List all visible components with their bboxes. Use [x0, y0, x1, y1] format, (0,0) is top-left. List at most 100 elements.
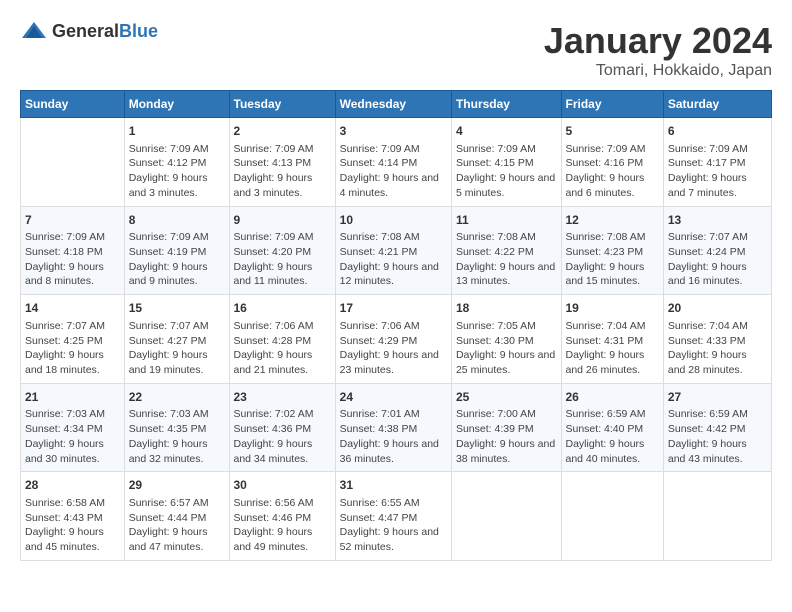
logo: GeneralBlue	[20, 20, 158, 42]
calendar-table: SundayMondayTuesdayWednesdayThursdayFrid…	[20, 90, 772, 561]
calendar-cell: 14 Sunrise: 7:07 AMSunset: 4:25 PMDayligh…	[21, 295, 125, 384]
calendar-cell: 18 Sunrise: 7:05 AMSunset: 4:30 PMDayligh…	[451, 295, 561, 384]
day-number: 12	[566, 212, 659, 229]
column-header-tuesday: Tuesday	[229, 91, 335, 118]
calendar-cell: 1Sunrise: 7:09 AMSunset: 4:12 PMDaylight…	[124, 118, 229, 207]
day-info: Sunrise: 7:02 AMSunset: 4:36 PMDaylight:…	[234, 407, 331, 466]
day-info: Sunrise: 6:58 AMSunset: 4:43 PMDaylight:…	[25, 496, 120, 555]
day-info: Sunrise: 7:04 AMSunset: 4:31 PMDaylight:…	[566, 319, 659, 378]
calendar-week-2: 7Sunrise: 7:09 AMSunset: 4:18 PMDaylight…	[21, 206, 772, 295]
day-number: 24	[340, 389, 447, 406]
calendar-cell: 8Sunrise: 7:09 AMSunset: 4:19 PMDaylight…	[124, 206, 229, 295]
day-number: 8	[129, 212, 225, 229]
calendar-cell: 17 Sunrise: 7:06 AMSunset: 4:29 PMDayligh…	[335, 295, 451, 384]
day-number: 29	[129, 477, 225, 494]
day-number: 6	[668, 123, 767, 140]
day-info: Sunrise: 7:05 AMSunset: 4:30 PMDaylight:…	[456, 319, 557, 378]
page-header: GeneralBlue January 2024 Tomari, Hokkaid…	[20, 20, 772, 80]
day-number: 3	[340, 123, 447, 140]
day-info: Sunrise: 7:09 AMSunset: 4:15 PMDaylight:…	[456, 142, 557, 201]
calendar-cell: 4 Sunrise: 7:09 AMSunset: 4:15 PMDaylight…	[451, 118, 561, 207]
calendar-week-1: 1Sunrise: 7:09 AMSunset: 4:12 PMDaylight…	[21, 118, 772, 207]
day-info: Sunrise: 7:09 AMSunset: 4:18 PMDaylight:…	[25, 230, 120, 289]
calendar-cell: 28Sunrise: 6:58 AMSunset: 4:43 PMDayligh…	[21, 472, 125, 561]
column-header-thursday: Thursday	[451, 91, 561, 118]
day-info: Sunrise: 6:55 AMSunset: 4:47 PMDaylight:…	[340, 496, 447, 555]
day-number: 25	[456, 389, 557, 406]
calendar-cell: 19 Sunrise: 7:04 AMSunset: 4:31 PMDayligh…	[561, 295, 663, 384]
day-info: Sunrise: 6:59 AMSunset: 4:42 PMDaylight:…	[668, 407, 767, 466]
calendar-cell: 23Sunrise: 7:02 AMSunset: 4:36 PMDayligh…	[229, 383, 335, 472]
logo-text-general: General	[52, 21, 119, 41]
day-info: Sunrise: 7:04 AMSunset: 4:33 PMDaylight:…	[668, 319, 767, 378]
calendar-header-row: SundayMondayTuesdayWednesdayThursdayFrid…	[21, 91, 772, 118]
column-header-wednesday: Wednesday	[335, 91, 451, 118]
day-info: Sunrise: 7:09 AMSunset: 4:13 PMDaylight:…	[234, 142, 331, 201]
column-header-saturday: Saturday	[663, 91, 771, 118]
column-header-sunday: Sunday	[21, 91, 125, 118]
calendar-cell: 12Sunrise: 7:08 AMSunset: 4:23 PMDayligh…	[561, 206, 663, 295]
day-number: 1	[129, 123, 225, 140]
logo-text-blue: Blue	[119, 21, 158, 41]
calendar-cell: 9Sunrise: 7:09 AMSunset: 4:20 PMDaylight…	[229, 206, 335, 295]
column-header-monday: Monday	[124, 91, 229, 118]
day-number: 30	[234, 477, 331, 494]
calendar-cell: 15 Sunrise: 7:07 AMSunset: 4:27 PMDayligh…	[124, 295, 229, 384]
day-info: Sunrise: 6:56 AMSunset: 4:46 PMDaylight:…	[234, 496, 331, 555]
day-number: 5	[566, 123, 659, 140]
day-info: Sunrise: 6:57 AMSunset: 4:44 PMDaylight:…	[129, 496, 225, 555]
calendar-cell	[561, 472, 663, 561]
day-info: Sunrise: 7:09 AMSunset: 4:20 PMDaylight:…	[234, 230, 331, 289]
calendar-cell: 11Sunrise: 7:08 AMSunset: 4:22 PMDayligh…	[451, 206, 561, 295]
day-info: Sunrise: 7:03 AMSunset: 4:35 PMDaylight:…	[129, 407, 225, 466]
day-number: 15	[129, 300, 225, 317]
calendar-cell: 29 Sunrise: 6:57 AMSunset: 4:44 PMDayligh…	[124, 472, 229, 561]
day-number: 22	[129, 389, 225, 406]
calendar-cell	[451, 472, 561, 561]
day-number: 4	[456, 123, 557, 140]
day-info: Sunrise: 7:09 AMSunset: 4:17 PMDaylight:…	[668, 142, 767, 201]
day-info: Sunrise: 7:00 AMSunset: 4:39 PMDaylight:…	[456, 407, 557, 466]
day-number: 19	[566, 300, 659, 317]
day-number: 2	[234, 123, 331, 140]
calendar-cell: 25Sunrise: 7:00 AMSunset: 4:39 PMDayligh…	[451, 383, 561, 472]
column-header-friday: Friday	[561, 91, 663, 118]
calendar-cell: 24Sunrise: 7:01 AMSunset: 4:38 PMDayligh…	[335, 383, 451, 472]
calendar-cell: 16 Sunrise: 7:06 AMSunset: 4:28 PMDayligh…	[229, 295, 335, 384]
day-number: 18	[456, 300, 557, 317]
day-info: Sunrise: 7:06 AMSunset: 4:29 PMDaylight:…	[340, 319, 447, 378]
calendar-cell: 27Sunrise: 6:59 AMSunset: 4:42 PMDayligh…	[663, 383, 771, 472]
main-title: January 2024	[544, 20, 772, 62]
day-info: Sunrise: 6:59 AMSunset: 4:40 PMDaylight:…	[566, 407, 659, 466]
day-info: Sunrise: 7:07 AMSunset: 4:24 PMDaylight:…	[668, 230, 767, 289]
logo-icon	[20, 20, 48, 42]
day-number: 16	[234, 300, 331, 317]
day-number: 14	[25, 300, 120, 317]
day-info: Sunrise: 7:09 AMSunset: 4:16 PMDaylight:…	[566, 142, 659, 201]
day-info: Sunrise: 7:09 AMSunset: 4:14 PMDaylight:…	[340, 142, 447, 201]
day-number: 21	[25, 389, 120, 406]
day-number: 9	[234, 212, 331, 229]
day-number: 20	[668, 300, 767, 317]
day-info: Sunrise: 7:07 AMSunset: 4:27 PMDaylight:…	[129, 319, 225, 378]
calendar-cell: 3 Sunrise: 7:09 AMSunset: 4:14 PMDaylight…	[335, 118, 451, 207]
title-area: January 2024 Tomari, Hokkaido, Japan	[544, 20, 772, 80]
day-number: 13	[668, 212, 767, 229]
day-number: 17	[340, 300, 447, 317]
calendar-week-5: 28Sunrise: 6:58 AMSunset: 4:43 PMDayligh…	[21, 472, 772, 561]
day-info: Sunrise: 7:07 AMSunset: 4:25 PMDaylight:…	[25, 319, 120, 378]
day-info: Sunrise: 7:08 AMSunset: 4:21 PMDaylight:…	[340, 230, 447, 289]
day-number: 27	[668, 389, 767, 406]
day-number: 11	[456, 212, 557, 229]
calendar-cell: 22Sunrise: 7:03 AMSunset: 4:35 PMDayligh…	[124, 383, 229, 472]
calendar-cell: 5 Sunrise: 7:09 AMSunset: 4:16 PMDaylight…	[561, 118, 663, 207]
calendar-cell: 10Sunrise: 7:08 AMSunset: 4:21 PMDayligh…	[335, 206, 451, 295]
calendar-cell: 2 Sunrise: 7:09 AMSunset: 4:13 PMDaylight…	[229, 118, 335, 207]
day-number: 10	[340, 212, 447, 229]
calendar-cell: 7Sunrise: 7:09 AMSunset: 4:18 PMDaylight…	[21, 206, 125, 295]
day-info: Sunrise: 7:09 AMSunset: 4:19 PMDaylight:…	[129, 230, 225, 289]
calendar-week-3: 14 Sunrise: 7:07 AMSunset: 4:25 PMDayligh…	[21, 295, 772, 384]
day-info: Sunrise: 7:03 AMSunset: 4:34 PMDaylight:…	[25, 407, 120, 466]
day-info: Sunrise: 7:06 AMSunset: 4:28 PMDaylight:…	[234, 319, 331, 378]
day-info: Sunrise: 7:08 AMSunset: 4:22 PMDaylight:…	[456, 230, 557, 289]
